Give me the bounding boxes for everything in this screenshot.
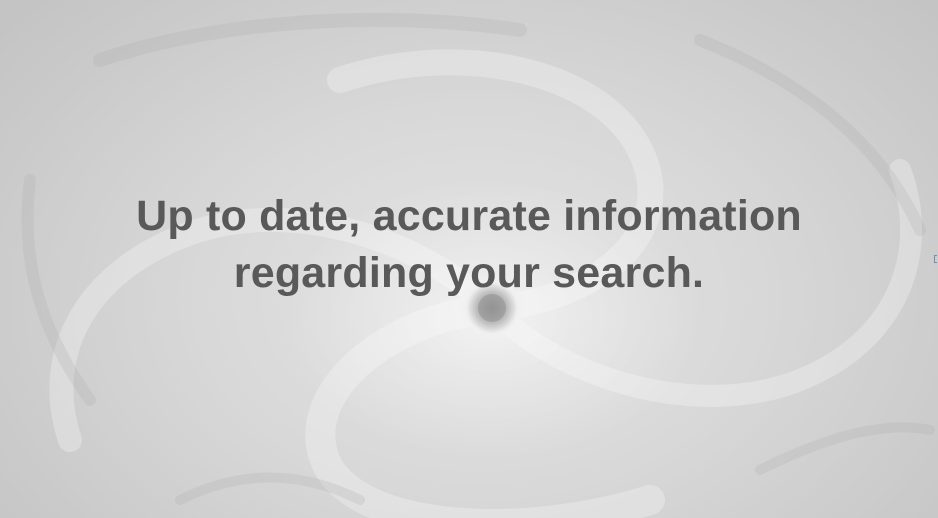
headline-line-2: regarding your search. [233, 249, 705, 297]
hero-headline: Up to date, accurate information regardi… [0, 188, 938, 302]
hero-banner: Up to date, accurate information regardi… [0, 0, 938, 518]
edge-bracket-mark [934, 255, 937, 263]
headline-line-1: Up to date, accurate information [136, 192, 802, 240]
